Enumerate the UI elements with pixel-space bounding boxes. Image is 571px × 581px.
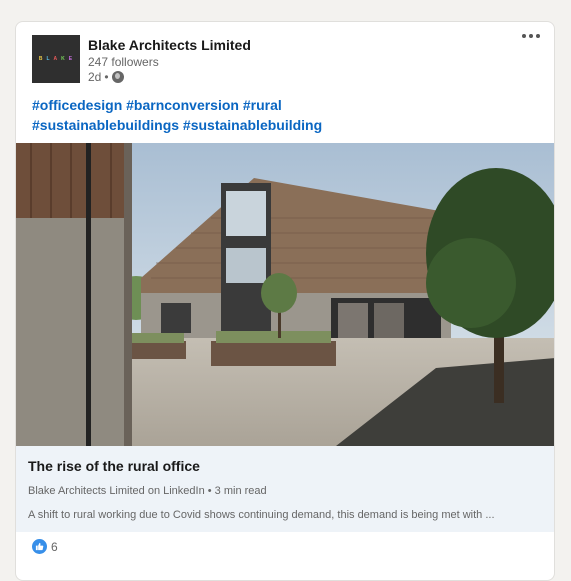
hashtag-link[interactable]: #officedesign <box>32 97 122 113</box>
article-description: A shift to rural working due to Covid sh… <box>28 509 495 521</box>
post-age: 2d <box>88 70 102 84</box>
hashtag-link[interactable]: #sustainablebuildings <box>32 117 179 133</box>
reaction-count: 6 <box>51 539 58 554</box>
more-options-button[interactable] <box>522 34 540 38</box>
company-name[interactable]: Blake Architects Limited <box>88 37 251 53</box>
post-header: B L A K E Blake Architects Limited 247 f… <box>16 22 554 94</box>
hashtag-link[interactable]: #barnconversion <box>126 97 239 113</box>
company-logo[interactable]: B L A K E <box>32 35 80 83</box>
reaction-summary[interactable]: 6 <box>32 539 58 554</box>
barn-rendering <box>16 143 554 446</box>
hashtag-link[interactable]: #rural <box>243 97 282 113</box>
globe-icon <box>111 71 124 83</box>
logo-letter: A <box>53 56 59 62</box>
logo-letter: E <box>68 56 74 62</box>
separator-dot: • <box>104 70 109 84</box>
logo-letter: B <box>38 56 44 62</box>
post-card: B L A K E Blake Architects Limited 247 f… <box>15 21 555 581</box>
article-preview[interactable]: The rise of the rural office Blake Archi… <box>16 446 554 532</box>
dot-icon <box>522 34 526 38</box>
logo-letter: L <box>46 56 51 62</box>
article-source: Blake Architects Limited on LinkedIn • 3… <box>28 485 267 497</box>
logo-letter: K <box>61 56 66 62</box>
follower-count: 247 followers <box>88 55 159 69</box>
article-title[interactable]: The rise of the rural office <box>28 458 200 474</box>
dot-icon <box>529 34 533 38</box>
article-image[interactable] <box>16 143 554 446</box>
thumbs-up-icon <box>35 542 44 551</box>
post-meta: 2d • <box>88 70 124 84</box>
like-icon <box>32 539 47 554</box>
dot-icon <box>536 34 540 38</box>
hashtag-link[interactable]: #sustainablebuilding <box>183 117 322 133</box>
hashtag-list: #officedesign #barnconversion #rural #su… <box>32 95 542 135</box>
